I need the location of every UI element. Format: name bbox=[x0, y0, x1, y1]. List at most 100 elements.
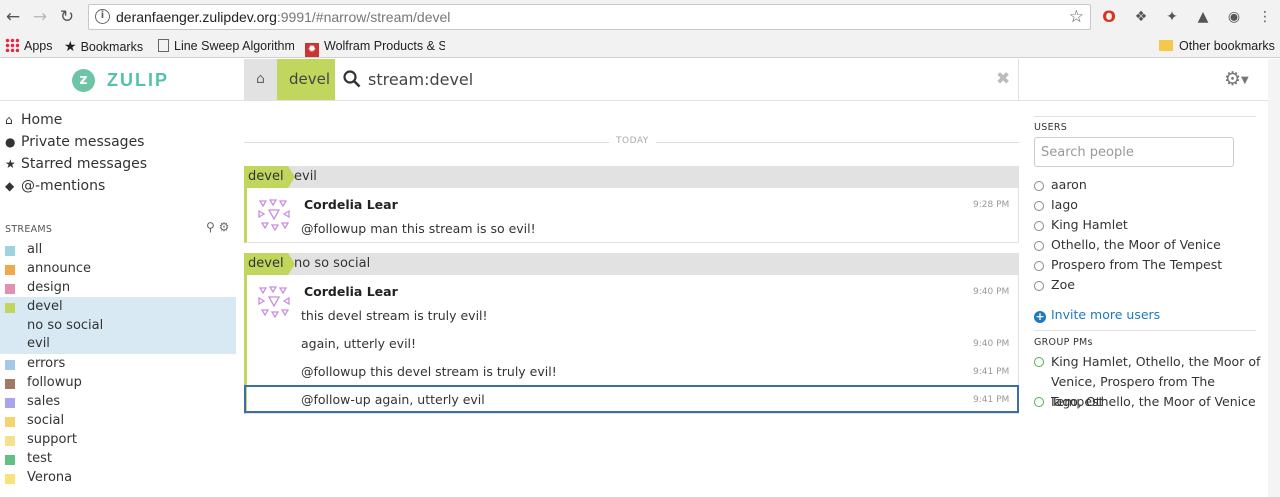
url-text: deranfaenger.zulipdev.org:9991/#narrow/s… bbox=[116, 9, 451, 25]
forward-icon[interactable]: → bbox=[29, 6, 51, 28]
address-bar[interactable]: i deranfaenger.zulipdev.org:9991/#narrow… bbox=[88, 4, 1091, 30]
stream-name: test bbox=[27, 451, 52, 466]
search-people-input[interactable] bbox=[1034, 137, 1234, 167]
nav-home[interactable]: ⌂ Home bbox=[5, 112, 62, 128]
avatar[interactable] bbox=[256, 284, 292, 320]
avatar[interactable] bbox=[256, 197, 292, 233]
stream-item-all[interactable]: all bbox=[0, 241, 236, 260]
search-icon bbox=[343, 70, 361, 88]
close-icon[interactable]: ✖ bbox=[996, 69, 1010, 89]
stream-item-followup[interactable]: followup bbox=[0, 374, 236, 393]
message-time[interactable]: 9:40 PM bbox=[973, 339, 1009, 349]
page-scrollbar[interactable] bbox=[1268, 59, 1280, 497]
reload-icon[interactable]: ↻ bbox=[56, 6, 78, 28]
topic-no-so-social[interactable]: no so social bbox=[27, 318, 103, 333]
stream-name: social bbox=[27, 413, 65, 428]
site-info-icon[interactable]: i bbox=[95, 9, 110, 24]
sender-name[interactable]: Cordelia Lear bbox=[304, 284, 398, 299]
camera-icon[interactable]: ◉ bbox=[1225, 8, 1243, 26]
message-time[interactable]: 9:41 PM bbox=[973, 367, 1009, 377]
bookmark-other[interactable]: Other bookmarks bbox=[1159, 37, 1275, 55]
home-icon[interactable]: ⌂ bbox=[244, 59, 277, 100]
stream-color-swatch bbox=[5, 417, 15, 427]
streams-header: STREAMS bbox=[5, 224, 53, 235]
header-divider bbox=[1018, 59, 1019, 100]
stream-item-sales[interactable]: sales bbox=[0, 393, 236, 412]
user-icon: ● bbox=[5, 135, 16, 149]
selected-message-pointer bbox=[244, 385, 1019, 413]
stream-color-swatch bbox=[5, 303, 15, 313]
search-input[interactable] bbox=[368, 67, 968, 91]
home-icon: ⌂ bbox=[5, 113, 13, 127]
apps-grid-icon bbox=[5, 38, 19, 52]
recipient-topic[interactable]: evil bbox=[294, 166, 317, 188]
bookmark-bookmarks[interactable]: ★ Bookmarks bbox=[64, 37, 143, 56]
recipient-stream[interactable]: devel bbox=[244, 253, 295, 275]
app-header: z ZULIP ⌂ devel ✖ ⚙▼ bbox=[0, 59, 1280, 101]
presence-icon bbox=[1034, 181, 1044, 191]
bookmark-line-sweep[interactable]: Line Sweep Algorithm bbox=[158, 37, 294, 55]
stream-item-test[interactable]: test bbox=[0, 450, 236, 469]
stream-item-announce[interactable]: announce bbox=[0, 260, 236, 279]
stream-item-support[interactable]: support bbox=[0, 431, 236, 450]
nav-private-messages[interactable]: ● Private messages bbox=[5, 134, 144, 150]
stream-item-design[interactable]: design bbox=[0, 279, 236, 298]
stream-name: announce bbox=[27, 261, 92, 276]
wolfram-icon: ✹ bbox=[305, 43, 319, 57]
message-group: Cordelia Lear 9:28 PM @followup man this… bbox=[244, 188, 1019, 243]
stream-color-swatch bbox=[5, 455, 15, 465]
drive-icon[interactable]: ▲ bbox=[1194, 8, 1212, 26]
presence-icon bbox=[1034, 281, 1044, 291]
recipient-bar[interactable]: devel no so social bbox=[244, 253, 1019, 275]
back-icon[interactable]: ← bbox=[2, 6, 24, 28]
stream-color-swatch bbox=[5, 246, 15, 256]
message-time[interactable]: 9:28 PM bbox=[973, 200, 1009, 210]
bookmark-star-icon[interactable]: ☆ bbox=[1069, 7, 1084, 27]
stream-color-swatch bbox=[5, 398, 15, 408]
opera-icon[interactable]: O bbox=[1100, 8, 1118, 26]
message-content: this devel stream is truly evil! bbox=[301, 308, 488, 323]
tag-icon: ◆ bbox=[5, 179, 15, 193]
stream-color-swatch bbox=[5, 284, 15, 294]
browser-toolbar: ← → ↻ i deranfaenger.zulipdev.org:9991/#… bbox=[0, 0, 1280, 34]
dropbox-icon[interactable]: ❖ bbox=[1132, 8, 1150, 26]
message-content: @followup man this stream is so evil! bbox=[301, 221, 536, 236]
nav-starred-messages[interactable]: ★ Starred messages bbox=[5, 156, 147, 172]
stream-tools: ⚲ ⚙ bbox=[206, 220, 229, 234]
date-line-left bbox=[244, 142, 609, 143]
page-icon bbox=[158, 39, 169, 52]
stream-item-errors[interactable]: errors bbox=[0, 355, 236, 374]
star-icon: ★ bbox=[64, 38, 77, 54]
users-header: USERS bbox=[1034, 122, 1068, 133]
stream-name: errors bbox=[27, 356, 66, 371]
stream-name: support bbox=[27, 432, 77, 447]
menu-icon[interactable]: ⋮ bbox=[1256, 8, 1274, 26]
sidebar-divider bbox=[1034, 116, 1256, 117]
stream-item-social[interactable]: social bbox=[0, 412, 236, 431]
stream-settings-gear-icon[interactable]: ⚙ bbox=[219, 220, 230, 234]
nav-mentions[interactable]: ◆ @-mentions bbox=[5, 178, 105, 194]
topic-evil[interactable]: evil bbox=[27, 336, 50, 351]
recipient-bar[interactable]: devel evil bbox=[244, 166, 1019, 188]
stream-item-verona[interactable]: Verona bbox=[0, 469, 236, 488]
stream-color-swatch bbox=[5, 360, 15, 370]
bookmark-wolfram[interactable]: ✹ Wolfram Products & S bbox=[305, 37, 445, 57]
stream-item-devel[interactable]: devel bbox=[0, 298, 236, 317]
narrow-stream-tab[interactable]: devel bbox=[277, 59, 335, 100]
presence-icon bbox=[1034, 397, 1044, 407]
invite-users-link[interactable]: + Invite more users bbox=[1034, 307, 1160, 323]
presence-icon bbox=[1034, 241, 1044, 251]
recipient-topic[interactable]: no so social bbox=[294, 253, 370, 275]
plus-circle-icon: + bbox=[1034, 310, 1046, 323]
gear-icon[interactable]: ⚙▼ bbox=[1224, 68, 1249, 90]
stream-color-swatch bbox=[5, 265, 15, 275]
recipient-stream[interactable]: devel bbox=[244, 166, 295, 188]
stream-search-icon[interactable]: ⚲ bbox=[206, 220, 215, 234]
sender-name[interactable]: Cordelia Lear bbox=[304, 197, 398, 212]
extension-icon[interactable]: ✦ bbox=[1163, 8, 1181, 26]
date-separator: TODAY bbox=[244, 136, 1019, 148]
date-label: TODAY bbox=[616, 136, 649, 146]
bookmark-apps[interactable]: Apps bbox=[5, 37, 53, 55]
stream-name: devel bbox=[27, 299, 63, 314]
message-time[interactable]: 9:40 PM bbox=[973, 287, 1009, 297]
